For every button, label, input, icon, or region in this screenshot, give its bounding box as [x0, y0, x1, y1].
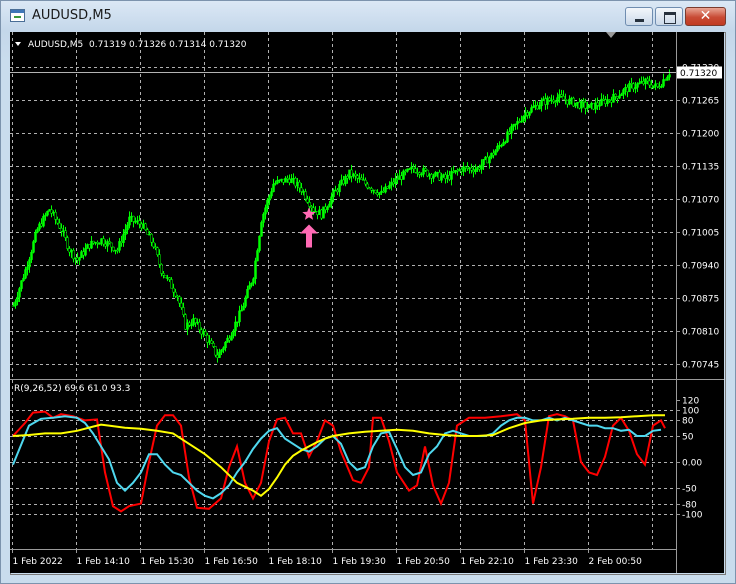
candle [320, 208, 323, 220]
time-tick-label: 2 Feb 00:50 [589, 557, 643, 567]
price-panel-header: AUDUSD,M5 0.71319 0.71326 0.71314 0.7132… [28, 40, 247, 50]
indicator-tick-label: 80 [682, 417, 694, 427]
time-tick-label: 1 Feb 15:30 [141, 557, 195, 567]
candle [184, 313, 187, 331]
time-tick-label: 1 Feb 20:50 [397, 557, 451, 567]
indicator-tick-label: 120 [682, 397, 699, 407]
candle [66, 235, 69, 251]
window-title: AUDUSD,M5 [32, 8, 112, 23]
indicator-tick-label: 0.00 [682, 459, 702, 469]
minimize-button[interactable] [625, 7, 653, 26]
time-tick-label: 1 Feb 22:10 [461, 557, 515, 567]
candle [588, 104, 591, 108]
chart-background [10, 32, 724, 573]
candle [402, 169, 405, 180]
candle [322, 206, 325, 219]
price-tick-label: 0.70810 [682, 328, 719, 338]
price-tick-label: 0.70875 [682, 295, 719, 305]
price-tick-label: 0.71265 [682, 97, 719, 107]
time-tick-label: 1 Feb 18:10 [269, 557, 323, 567]
current-price-label: 0.71320 [680, 69, 717, 79]
indicator-tick-label: 100 [682, 407, 699, 417]
time-tick-label: 1 Feb 19:30 [333, 557, 387, 567]
chart-canvas[interactable]: 0.713300.712650.712000.711350.710700.710… [10, 32, 724, 573]
indicator-tick-label: -50 [682, 485, 697, 495]
time-tick-label: 1 Feb 23:30 [525, 557, 579, 567]
time-tick-label: 1 Feb 16:50 [205, 557, 259, 567]
chart-window-icon [10, 9, 25, 22]
indicator-tick-label: -80 [682, 501, 697, 511]
candle [426, 169, 429, 178]
time-tick-label: 1 Feb 14:10 [77, 557, 131, 567]
maximize-button[interactable] [655, 7, 683, 26]
indicator-panel-header: R(9,26,52) 69.6 61.0 93.3 [14, 384, 130, 394]
price-tick-label: 0.71135 [682, 163, 719, 173]
candle [258, 235, 261, 253]
candle [256, 248, 259, 262]
maximize-icon [656, 8, 682, 25]
close-button[interactable]: ✕ [685, 7, 726, 26]
candle [48, 209, 51, 212]
candle [164, 275, 167, 279]
price-tick-label: 0.71070 [682, 196, 719, 206]
price-tick-label: 0.70745 [682, 361, 719, 371]
candle [592, 102, 595, 111]
price-tick-label: 0.71005 [682, 229, 719, 239]
indicator-tick-label: -100 [682, 511, 703, 521]
candle [260, 220, 263, 237]
candle [572, 96, 575, 107]
candle [32, 239, 35, 254]
close-icon: ✕ [699, 8, 712, 24]
title-bar[interactable]: AUDUSD,M5 ✕ [1, 1, 735, 31]
minimize-icon [626, 8, 652, 25]
price-tick-label: 0.71200 [682, 130, 719, 140]
indicator-tick-label: 50 [682, 433, 694, 443]
candle [144, 222, 147, 231]
price-tick-label: 0.70940 [682, 262, 719, 272]
time-tick-label: 1 Feb 2022 [13, 557, 63, 567]
